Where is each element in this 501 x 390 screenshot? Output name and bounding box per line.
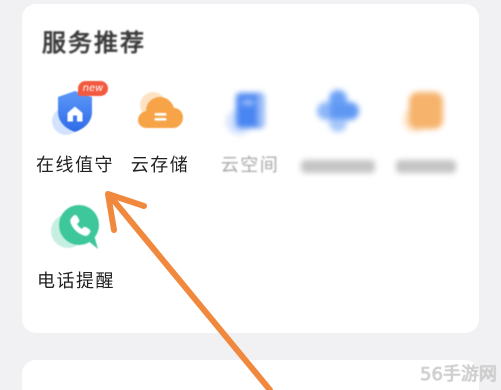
app-icon <box>398 84 452 138</box>
service-label: 云空间 <box>220 155 280 176</box>
service-tile-cloud-storage[interactable]: 云存储 <box>115 80 205 180</box>
service-tile-phone-reminder[interactable]: 电话提醒 <box>31 195 121 295</box>
service-tile-cloud-space[interactable]: 云空间 <box>205 80 295 180</box>
blurred-label <box>396 160 456 173</box>
book-icon <box>223 84 277 138</box>
service-tile-blurred-2[interactable] <box>380 80 470 180</box>
app-screen: 服务推荐 new 在线值守 云存储 云空间 电话提醒 56手游网 <box>0 0 501 390</box>
next-card <box>22 360 479 390</box>
watermark: 56手游网 <box>420 364 497 385</box>
service-label: 在线值守 <box>36 155 114 176</box>
section-title: 服务推荐 <box>42 29 146 57</box>
service-label: 云存储 <box>130 155 190 176</box>
service-tile-blurred-1[interactable] <box>293 80 383 180</box>
phone-icon <box>49 200 103 254</box>
cloud-icon <box>133 84 187 138</box>
cluster-icon <box>311 84 365 138</box>
new-badge: new <box>78 81 108 96</box>
service-tile-online-guard[interactable]: new 在线值守 <box>30 80 120 180</box>
service-label: 电话提醒 <box>37 271 115 292</box>
blurred-label <box>301 160 375 173</box>
